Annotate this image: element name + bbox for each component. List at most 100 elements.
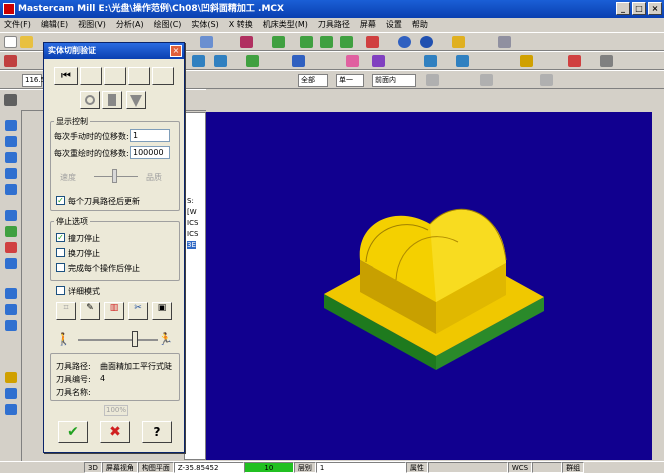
- stop-collision-checkbox[interactable]: ✓: [56, 233, 65, 242]
- new-file-icon[interactable]: [4, 36, 17, 48]
- solid-view-icon[interactable]: [272, 36, 285, 48]
- cancel-button[interactable]: ✖: [100, 421, 130, 443]
- trim-tool-icon[interactable]: [292, 55, 305, 67]
- cube-view-icon[interactable]: [366, 36, 379, 48]
- help-button[interactable]: ?: [142, 421, 172, 443]
- grid-tool-icon[interactable]: [568, 55, 581, 67]
- menu-machine-type[interactable]: 机床类型(M): [263, 18, 308, 32]
- minimize-button[interactable]: _: [616, 2, 630, 15]
- strip-icon-2[interactable]: [5, 136, 17, 147]
- z-depth-field[interactable]: Z-35.85452: [173, 462, 244, 473]
- wcs-button[interactable]: WCS: [507, 462, 533, 473]
- zoom-icon[interactable]: [200, 36, 213, 48]
- fillet-tool-icon[interactable]: [246, 55, 259, 67]
- strip-icon-4[interactable]: [5, 168, 17, 179]
- save-stl-icon[interactable]: ▣: [152, 302, 172, 320]
- tree-text-5[interactable]: 3E: [187, 241, 196, 249]
- speed-slider[interactable]: [132, 331, 138, 347]
- surface-tool-icon[interactable]: [346, 55, 359, 67]
- verify-icon[interactable]: [480, 74, 493, 86]
- coord-input[interactable]: 116.5: [22, 74, 45, 87]
- solid-front-icon[interactable]: [320, 36, 333, 48]
- line-style-field[interactable]: [427, 462, 508, 473]
- wand-icon[interactable]: [498, 36, 511, 48]
- strip-icon-10[interactable]: [5, 288, 17, 299]
- strip-icon-5[interactable]: [5, 184, 17, 195]
- stop-toolchange-checkbox[interactable]: [56, 248, 65, 257]
- steps-manual-input[interactable]: 1: [130, 129, 170, 142]
- level-label[interactable]: 层别: [293, 462, 316, 473]
- mode-3d[interactable]: 3D: [84, 462, 102, 473]
- solid-iso-icon[interactable]: [340, 36, 353, 48]
- mastercam-app-icon[interactable]: [3, 3, 15, 15]
- menu-screen[interactable]: 屏幕: [360, 18, 376, 32]
- menu-edit[interactable]: 编辑(E): [41, 18, 68, 32]
- shade-icon[interactable]: [240, 36, 253, 48]
- menu-settings[interactable]: 设置: [386, 18, 402, 32]
- strip-icon-3[interactable]: [5, 152, 17, 163]
- select-mode-combo[interactable]: 前面内: [372, 74, 416, 87]
- solid-top-icon[interactable]: [300, 36, 313, 48]
- strip-icon-12[interactable]: [5, 320, 17, 331]
- holder-display-icon[interactable]: [102, 91, 122, 109]
- analysis-tool-icon[interactable]: [520, 55, 533, 67]
- mask-icon[interactable]: [426, 74, 439, 86]
- menu-toolpaths[interactable]: 刀具路径: [318, 18, 350, 32]
- strip-icon-1[interactable]: [5, 120, 17, 131]
- dimension-tool-icon[interactable]: [424, 55, 437, 67]
- attributes-button[interactable]: 属性: [405, 462, 428, 473]
- line-tool-icon[interactable]: [192, 55, 205, 67]
- sphere-icon[interactable]: [420, 36, 433, 48]
- menu-file[interactable]: 文件(F): [4, 18, 31, 32]
- chain-icon[interactable]: [540, 74, 553, 86]
- open-file-icon[interactable]: [20, 36, 33, 48]
- part-model: [324, 208, 544, 370]
- groups-button[interactable]: 群组: [562, 462, 585, 473]
- stop-each-op-checkbox[interactable]: [56, 263, 65, 272]
- strip-icon-9[interactable]: [5, 258, 17, 269]
- chart-icon[interactable]: ▥: [104, 302, 124, 320]
- strip-icon-6[interactable]: [5, 210, 17, 221]
- menu-view[interactable]: 视图(V): [78, 18, 106, 32]
- settings-tool-icon[interactable]: [600, 55, 613, 67]
- funnel-filter-icon[interactable]: [126, 91, 146, 109]
- strip-icon-15[interactable]: [5, 404, 17, 415]
- globe-icon[interactable]: [398, 36, 411, 48]
- menu-create[interactable]: 绘图(C): [154, 18, 182, 32]
- color-field[interactable]: 10: [243, 462, 294, 473]
- dialog-close-button[interactable]: ×: [170, 45, 182, 57]
- maximize-button[interactable]: □: [632, 2, 646, 15]
- menu-xform[interactable]: X 转换: [229, 18, 253, 32]
- viewport-scrollbar[interactable]: [652, 94, 664, 460]
- strip-icon-7[interactable]: [5, 226, 17, 237]
- menu-help[interactable]: 帮助: [412, 18, 428, 32]
- ok-button[interactable]: ✔: [58, 421, 88, 443]
- select-all-combo[interactable]: 全部: [298, 74, 328, 87]
- cut-tool-icon[interactable]: ✎: [80, 302, 100, 320]
- strip-icon-14[interactable]: [5, 388, 17, 399]
- operations-manager-icon[interactable]: [4, 94, 17, 106]
- update-each-checkbox[interactable]: ✓: [56, 196, 65, 205]
- rewind-button[interactable]: ⏮: [54, 67, 78, 85]
- menu-solids[interactable]: 实体(S): [191, 18, 218, 32]
- section-icon[interactable]: ✂: [128, 302, 148, 320]
- select-arrow-icon[interactable]: [4, 55, 17, 67]
- strip-icon-11[interactable]: [5, 304, 17, 315]
- xform-tool-icon[interactable]: [456, 55, 469, 67]
- graphics-viewport[interactable]: [206, 112, 664, 460]
- solid-tool-icon[interactable]: [372, 55, 385, 67]
- steps-redraw-input[interactable]: 100000: [130, 146, 170, 159]
- detail-mode-checkbox[interactable]: [56, 286, 65, 295]
- menu-analyze[interactable]: 分析(A): [116, 18, 144, 32]
- tool-display-icon[interactable]: [80, 91, 100, 109]
- close-window-button[interactable]: ×: [648, 2, 662, 15]
- select-single-combo[interactable]: 单一: [336, 74, 364, 87]
- arc-tool-icon[interactable]: [214, 55, 227, 67]
- operations-tree-panel[interactable]: S: [W ICS ICS 3E: [184, 112, 206, 460]
- pencil-icon[interactable]: [452, 36, 465, 48]
- strip-icon-13[interactable]: [5, 372, 17, 383]
- construction-plane-button[interactable]: 构图平面: [137, 462, 174, 473]
- screen-view-button[interactable]: 屏幕视角: [101, 462, 138, 473]
- strip-icon-8[interactable]: [5, 242, 17, 253]
- level-field[interactable]: 1: [315, 462, 406, 473]
